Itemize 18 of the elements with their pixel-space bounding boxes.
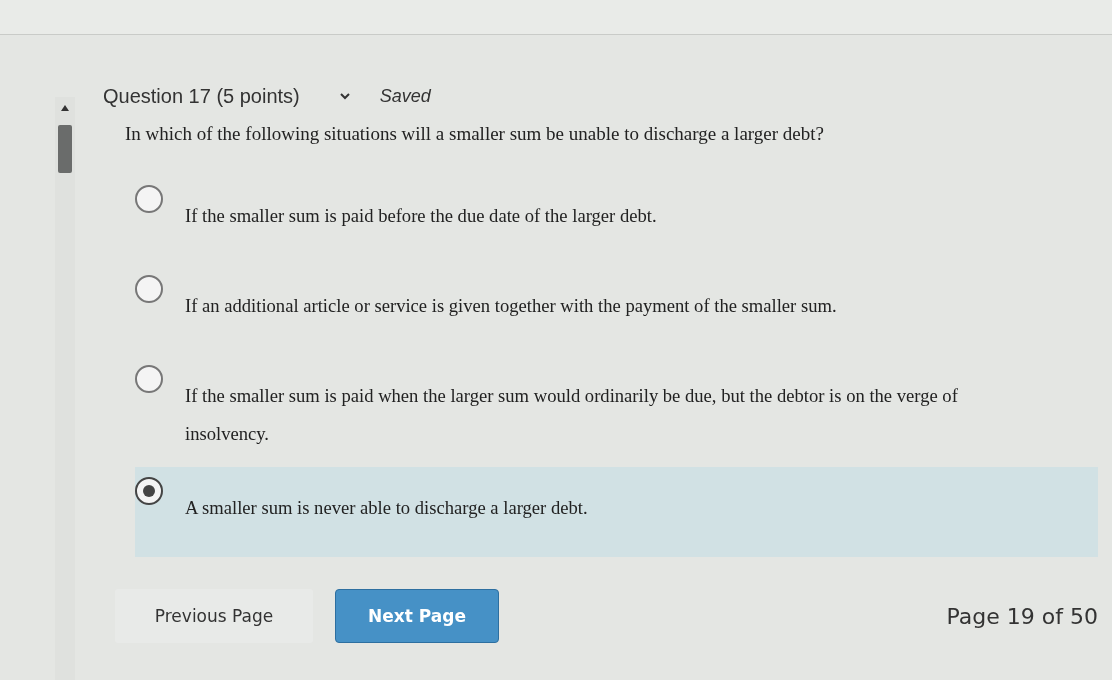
option-label[interactable]: If an additional article or service is given together with the payment of the smaller sum. (185, 287, 837, 325)
option-label[interactable]: If the smaller sum is paid before the due date of the larger debt. (185, 197, 657, 235)
scroll-up-icon[interactable] (61, 105, 69, 111)
option-label[interactable]: If the smaller sum is paid when the larger sum would ordinarily be due, but the debtor is on the verge of insolvency. (185, 377, 1035, 453)
question-title: Question 17 (5 points) (103, 84, 300, 108)
chevron-icon[interactable] (339, 92, 350, 100)
radio-button[interactable] (135, 477, 163, 505)
radio-button[interactable] (135, 275, 163, 303)
selected-option-background[interactable]: A smaller sum is never able to discharge a larger debt. (135, 467, 1098, 557)
radio-button[interactable] (135, 185, 163, 213)
option-label[interactable]: A smaller sum is never able to discharge a larger debt. (185, 489, 588, 527)
scroll-thumb[interactable] (58, 125, 72, 173)
previous-page-button[interactable]: Previous Page (115, 589, 313, 643)
scrollbar[interactable] (55, 97, 75, 680)
radio-button[interactable] (135, 365, 163, 393)
page-indicator: Page 19 of 50 (946, 603, 1098, 629)
question-text: In which of the following situations will a smaller sum be unable to discharge a larger debt? (125, 123, 825, 145)
saved-status: Saved (379, 85, 431, 107)
